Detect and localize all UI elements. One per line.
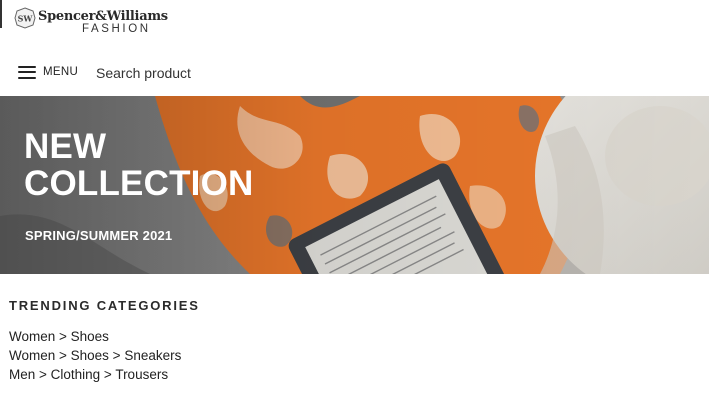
trending-categories-section: TRENDING CATEGORIES Women > Shoes Women … bbox=[9, 298, 689, 384]
hero-banner[interactable]: NEW COLLECTION SPRING/SUMMER 2021 bbox=[0, 96, 709, 274]
page: SW Spencer&Williams FASHION MENU Search … bbox=[0, 0, 709, 400]
category-link-men-clothing-trousers[interactable]: Men > Clothing > Trousers bbox=[9, 365, 689, 384]
menu-label: MENU bbox=[43, 66, 79, 78]
hero-title-line-2: COLLECTION bbox=[24, 164, 254, 203]
logo-brand-name: Spencer&Williams bbox=[38, 9, 168, 24]
logo-badge-text: SW bbox=[18, 14, 34, 24]
hamburger-menu-icon bbox=[18, 65, 36, 79]
hero-title-line-1: NEW bbox=[24, 127, 107, 166]
trending-categories-heading: TRENDING CATEGORIES bbox=[9, 298, 200, 313]
hero-title: NEW COLLECTION bbox=[24, 128, 344, 202]
menu-button[interactable]: MENU bbox=[18, 61, 78, 83]
logo-badge-icon: SW bbox=[14, 7, 36, 29]
hero-subtitle: SPRING/SUMMER 2021 bbox=[25, 228, 173, 243]
brand-logo[interactable]: SW Spencer&Williams FASHION bbox=[14, 6, 214, 42]
category-link-women-shoes[interactable]: Women > Shoes bbox=[9, 327, 689, 346]
category-link-women-shoes-sneakers[interactable]: Women > Shoes > Sneakers bbox=[9, 346, 689, 365]
header: SW Spencer&Williams FASHION bbox=[0, 0, 709, 48]
search-input[interactable] bbox=[96, 62, 316, 84]
header-edge-divider bbox=[0, 0, 2, 28]
navbar: MENU bbox=[0, 48, 709, 96]
logo-subtitle: FASHION bbox=[82, 23, 151, 35]
